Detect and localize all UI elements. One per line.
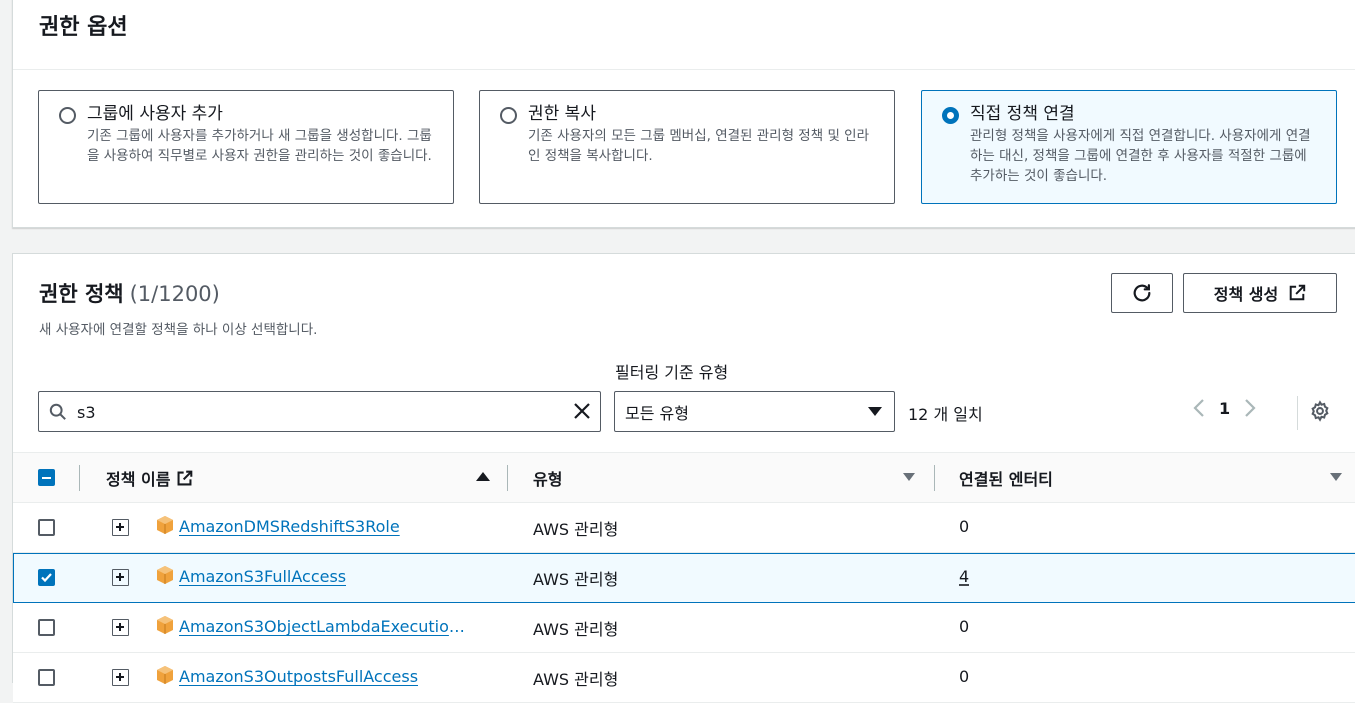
column-header-policy-name[interactable]: 정책 이름 [106,466,193,490]
policy-name-link[interactable]: AmazonS3ObjectLambdaExecutionRolePolicy [179,617,475,636]
checkmark-icon [41,573,52,583]
gear-icon[interactable] [1309,400,1331,422]
expand-icon[interactable] [112,519,129,536]
table-row[interactable]: AmazonS3OutpostsFullAccess AWS 관리형 0 [13,653,1355,703]
row-checkbox[interactable] [38,669,55,686]
type-filter-select[interactable]: 모든 유형 [614,391,895,432]
create-policy-label: 정책 생성 [1213,285,1279,304]
permission-policies-panel: 권한 정책 (1/1200) 새 사용자에 연결할 정책을 하나 이상 선택합니다… [12,253,1355,703]
cube-icon [157,516,173,534]
sort-descending-icon[interactable] [903,473,915,481]
expand-icon[interactable] [112,669,129,686]
search-icon [49,403,66,420]
column-divider [79,465,80,491]
external-link-icon [177,470,193,485]
type-filter-value: 모든 유형 [625,404,689,423]
option-description: 기존 사용자의 모든 그룹 멤버십, 연결된 관리형 정책 및 인라인 정책을 … [528,128,869,164]
attached-entities-count: 0 [959,617,970,636]
option-add-to-group[interactable]: 그룹에 사용자 추가 기존 그룹에 사용자를 추가하거나 새 그룹을 생성합니다… [38,90,454,204]
column-label-type: 유형 [533,470,563,489]
match-count: 12 개 일치 [908,405,983,424]
pagination: 1 [1193,398,1256,418]
expand-icon[interactable] [112,619,129,636]
option-description: 관리형 정책을 사용자에게 직접 연결합니다. 사용자에게 연결하는 대신, 정… [970,128,1311,184]
external-link-icon [1289,284,1306,301]
search-input[interactable] [77,400,557,424]
search-box[interactable] [38,391,601,432]
refresh-button[interactable] [1111,273,1173,313]
policies-title: 권한 정책 (1/1200) [39,278,220,308]
option-copy-permissions[interactable]: 권한 복사 기존 사용자의 모든 그룹 멤버십, 연결된 관리형 정책 및 인라… [479,90,895,204]
radio-add-to-group[interactable] [59,107,76,124]
permission-options-title: 권한 옵션 [39,15,128,40]
permission-options-header: 권한 옵션 [13,0,1355,70]
row-checkbox[interactable] [38,519,55,536]
chevron-left-icon[interactable] [1193,398,1205,418]
refresh-icon [1133,284,1151,302]
policies-count: (1/1200) [129,282,220,306]
pagination-divider [1297,396,1298,430]
option-title: 그룹에 사용자 추가 [87,104,223,124]
policies-title-text: 권한 정책 [39,282,124,306]
column-label-attached-entities: 연결된 엔터티 [959,470,1053,489]
policy-name-link[interactable]: AmazonS3FullAccess [179,567,346,586]
attached-entities-count: 0 [959,517,970,536]
expand-icon[interactable] [112,569,129,586]
table-row[interactable]: AmazonDMSRedshiftS3Role AWS 관리형 0 [13,503,1355,553]
column-label-policy-name: 정책 이름 [106,470,171,489]
attached-entities-link[interactable]: 4 [959,567,969,586]
policies-table: 정책 이름 유형 연결된 엔터티 AmazonDMSRedshiftS3Role… [13,452,1355,703]
sort-descending-icon[interactable] [1330,473,1342,481]
radio-attach-policies-directly[interactable] [942,107,959,124]
cube-icon [157,566,173,584]
policy-type: AWS 관리형 [533,520,619,539]
table-row[interactable]: AmazonS3FullAccess AWS 관리형 4 [13,553,1355,603]
option-title: 직접 정책 연결 [970,104,1075,124]
select-all-checkbox[interactable] [38,469,55,486]
cube-icon [157,666,173,684]
sort-ascending-icon[interactable] [476,472,490,481]
caret-down-icon [868,407,882,416]
column-divider [507,465,508,491]
policy-type: AWS 관리형 [533,620,619,639]
policy-type: AWS 관리형 [533,570,619,589]
create-policy-button[interactable]: 정책 생성 [1183,273,1337,313]
radio-copy-permissions[interactable] [500,107,517,124]
table-header: 정책 이름 유형 연결된 엔터티 [13,452,1355,503]
column-header-attached-entities[interactable]: 연결된 엔터티 [959,466,1053,490]
policy-name-link[interactable]: AmazonDMSRedshiftS3Role [179,517,400,536]
clear-icon[interactable] [572,401,592,421]
filter-type-label: 필터링 기준 유형 [615,363,729,382]
table-row[interactable]: AmazonS3ObjectLambdaExecutionRolePolicy … [13,603,1355,653]
permission-options-panel: 권한 옵션 그룹에 사용자 추가 기존 그룹에 사용자를 추가하거나 새 그룹을… [12,0,1355,228]
policies-description: 새 사용자에 연결할 정책을 하나 이상 선택합니다. [39,322,318,338]
option-title: 권한 복사 [528,104,596,124]
page-number[interactable]: 1 [1219,399,1230,418]
chevron-right-icon[interactable] [1244,398,1256,418]
column-header-type[interactable]: 유형 [533,466,562,490]
row-checkbox[interactable] [38,569,55,586]
option-description: 기존 그룹에 사용자를 추가하거나 새 그룹을 생성합니다. 그룹을 사용하여 … [87,128,432,164]
row-checkbox[interactable] [38,619,55,636]
column-divider [934,465,935,491]
cube-icon [157,616,173,634]
option-attach-policies-directly[interactable]: 직접 정책 연결 관리형 정책을 사용자에게 직접 연결합니다. 사용자에게 연… [921,90,1337,204]
